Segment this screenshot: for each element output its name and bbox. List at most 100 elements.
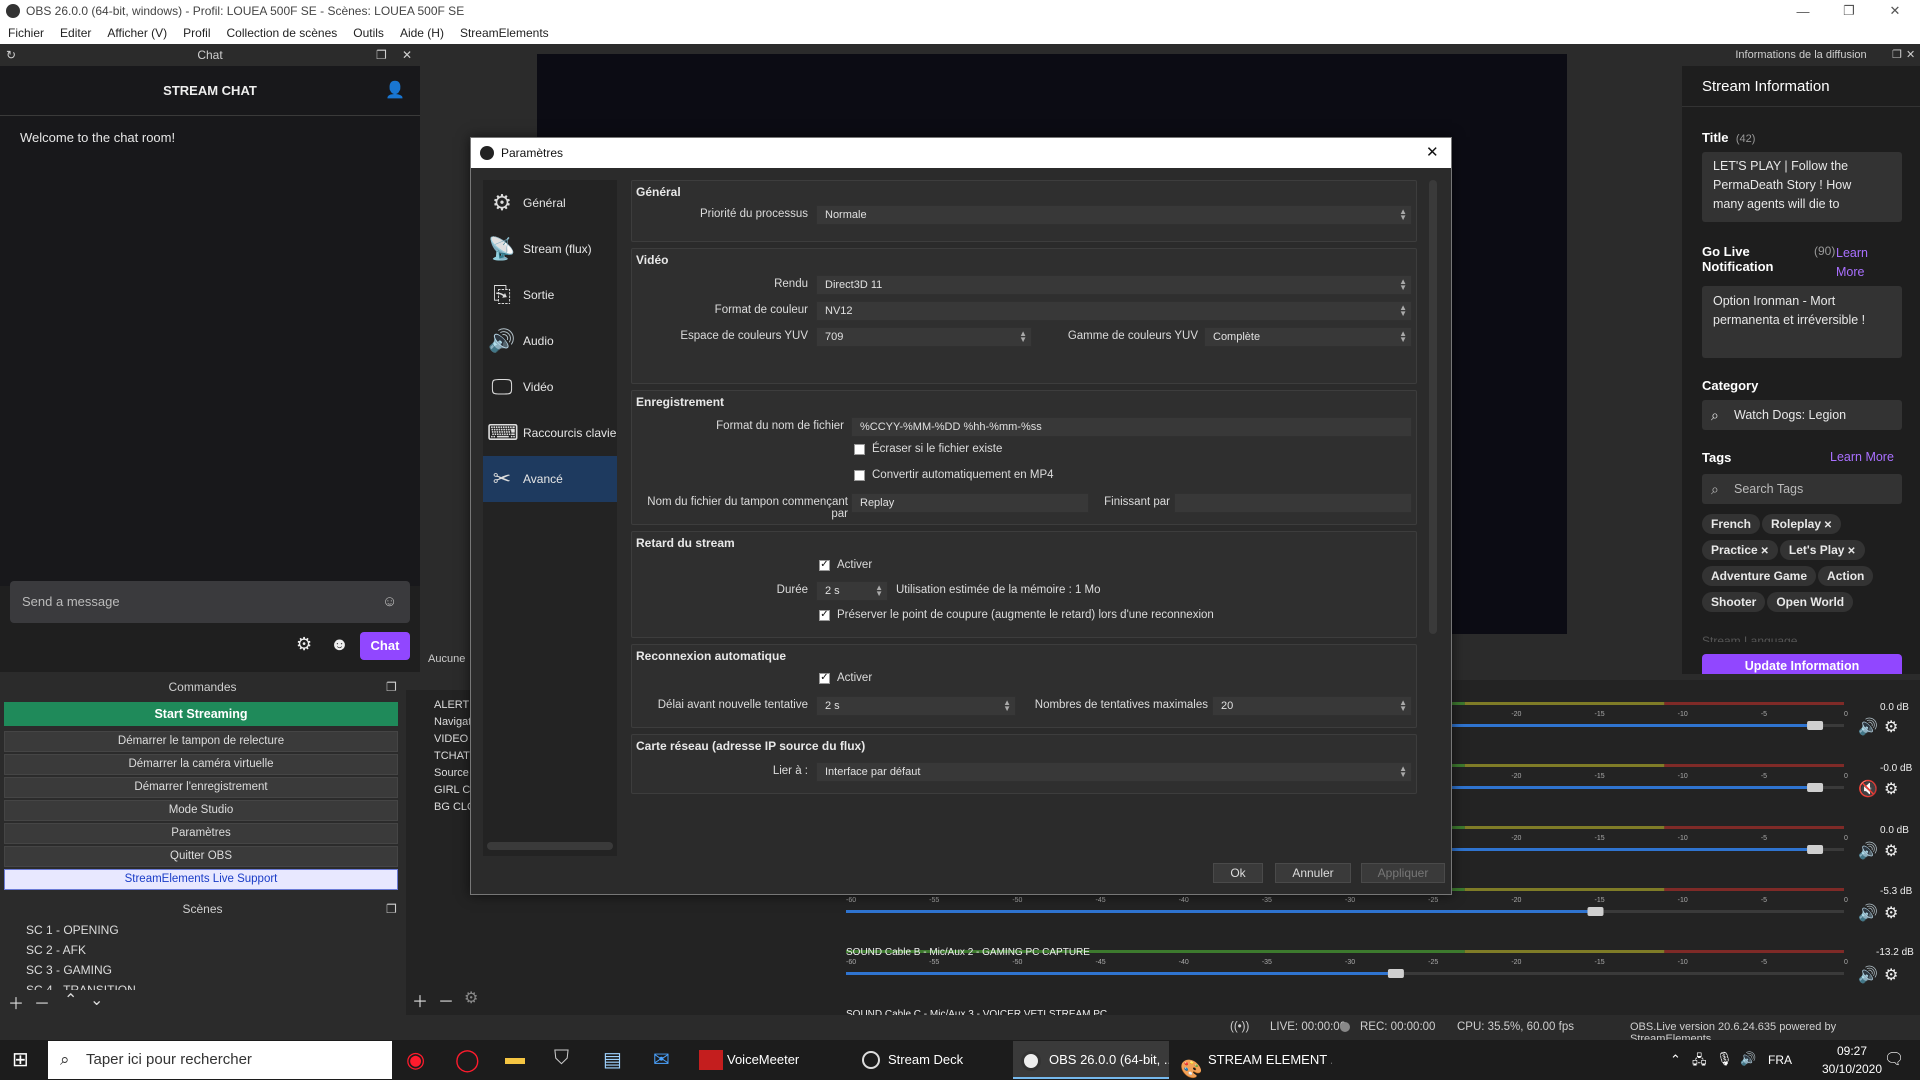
close-dialog-icon[interactable]: ✕ [1426, 138, 1439, 168]
nav-advanced[interactable]: ✂ Avancé [483, 456, 617, 502]
chat-settings-icon[interactable]: ⚙ [296, 634, 312, 655]
users-icon[interactable]: 👤 [385, 66, 405, 116]
gear-icon[interactable]: ⚙ [1884, 967, 1898, 984]
taskbar-app-streamelements[interactable]: 🎨 STREAM ELEMENT ... [1172, 1041, 1332, 1079]
nav-output[interactable]: ⎘ Sortie [483, 272, 617, 318]
menu-afficher[interactable]: Afficher (V) [99, 26, 175, 40]
category-input[interactable]: ⌕ Watch Dogs: Legion [1702, 400, 1902, 430]
tag-chip[interactable]: Practice ✕ [1702, 540, 1778, 560]
golive-learn-more-link[interactable]: Learn More [1836, 244, 1886, 282]
volume-icon[interactable]: 🔊 [1740, 1051, 1756, 1067]
add-source-icon[interactable]: ＋ [412, 988, 428, 1012]
title-textarea[interactable]: LET'S PLAY | Follow the PermaDeath Story… [1702, 152, 1902, 222]
yuv-range-select[interactable]: Complète ▲ ▼ [1204, 327, 1412, 347]
taskbar-app-voicemeeter[interactable]: VoiceMeeter [695, 1041, 853, 1079]
volume-slider-knob[interactable] [1807, 783, 1824, 792]
language-indicator[interactable]: FRA [1768, 1053, 1792, 1067]
nav-audio[interactable]: 🔊 Audio [483, 318, 617, 364]
nav-general[interactable]: ⚙ Général [483, 180, 617, 226]
priority-select[interactable]: Normale ▲ ▼ [816, 205, 1412, 225]
file-explorer-icon[interactable]: ▬ [505, 1047, 525, 1070]
bind-ip-select[interactable]: Interface par défaut ▲ ▼ [816, 762, 1412, 782]
menu-fichier[interactable]: Fichier [0, 26, 52, 40]
cancel-button[interactable]: Annuler [1275, 863, 1351, 883]
volume-slider-knob[interactable] [1387, 969, 1404, 978]
filename-format-input[interactable]: %CCYY-%MM-%DD %hh-%mm-%ss [851, 417, 1412, 437]
close-dock-icon[interactable]: ✕ [1906, 44, 1915, 66]
start-streaming-button[interactable]: Start Streaming [4, 702, 398, 726]
speaker-icon[interactable]: 🔊 [1858, 841, 1878, 860]
replay-suffix-input[interactable] [1174, 493, 1412, 513]
nav-stream[interactable]: 📡 Stream (flux) [483, 226, 617, 272]
remove-tag-icon[interactable]: ✕ [1758, 546, 1768, 557]
remove-tag-icon[interactable]: ✕ [1844, 546, 1855, 557]
mail-icon[interactable]: ✉ [653, 1047, 670, 1072]
scene-item[interactable]: SC 2 - AFK [0, 940, 405, 960]
close-dock-icon[interactable]: ✕ [402, 44, 412, 66]
volume-slider-knob[interactable] [1807, 845, 1824, 854]
menu-editer[interactable]: Editer [52, 26, 99, 40]
settings-scrollbar[interactable] [1429, 180, 1437, 634]
reconnect-enable-checkbox[interactable]: ✓ Activer [819, 672, 872, 684]
vpn-shield-icon[interactable]: ⛉ [554, 1047, 569, 1070]
speaker-icon[interactable]: 🔊 [1858, 717, 1878, 736]
float-dock-icon[interactable]: ❐ [1892, 44, 1902, 66]
tag-chip[interactable]: Open World [1767, 592, 1854, 612]
tag-chip[interactable]: Shooter [1702, 592, 1766, 612]
nav-scrollbar[interactable] [487, 842, 613, 850]
gear-icon[interactable]: ⚙ [1884, 843, 1898, 860]
menu-profil[interactable]: Profil [175, 26, 218, 40]
speaker-icon[interactable]: 🔊 [1858, 903, 1878, 922]
scene-item[interactable]: SC 1 - OPENING [0, 920, 405, 940]
ok-button[interactable]: Ok [1213, 863, 1263, 883]
close-window-button[interactable]: ✕ [1872, 0, 1918, 22]
move-down-icon[interactable]: ⌄ [90, 990, 103, 1010]
tags-learn-more-link[interactable]: Learn More [1830, 450, 1894, 464]
chat-message-input[interactable]: Send a message ☺ [10, 581, 410, 623]
streamelements-support-button[interactable]: StreamElements Live Support [4, 869, 398, 890]
max-retries-spinbox[interactable]: 20 ▲ ▼ [1212, 696, 1412, 716]
float-dock-icon[interactable]: ❐ [386, 675, 397, 699]
taskbar-app-obs[interactable]: OBS 26.0.0 (64-bit, ... [1013, 1041, 1169, 1079]
network-icon[interactable]: 🖧 [1692, 1051, 1707, 1073]
menu-collection-scenes[interactable]: Collection de scènes [219, 26, 346, 40]
remux-checkbox[interactable]: Convertir automatiquement en MP4 [854, 469, 1054, 481]
volume-slider-knob[interactable] [1807, 721, 1824, 730]
nav-video[interactable]: 🖵 Vidéo [483, 364, 617, 410]
menu-outils[interactable]: Outils [345, 26, 392, 40]
remove-tag-icon[interactable]: ✕ [1821, 520, 1832, 531]
update-information-button[interactable]: Update Information [1702, 654, 1902, 674]
windows-start-icon[interactable]: ⊞ [12, 1047, 29, 1072]
overwrite-checkbox[interactable]: Écraser si le fichier existe [854, 443, 1002, 455]
tag-chip[interactable]: Let's Play ✕ [1779, 540, 1865, 560]
clock-time[interactable]: 09:27 [1822, 1044, 1882, 1058]
yuv-space-select[interactable]: 709 ▲ ▼ [816, 327, 1032, 347]
tag-chip[interactable]: Adventure Game [1702, 566, 1817, 586]
tags-search-input[interactable]: ⌕ Search Tags [1702, 474, 1902, 504]
bits-icon[interactable]: ☻ [330, 634, 349, 655]
opera-icon[interactable]: ◯ [455, 1047, 480, 1073]
replay-buffer-button[interactable]: Démarrer le tampon de relecture [4, 731, 398, 752]
delay-enable-checkbox[interactable]: ✓ Activer [819, 559, 872, 571]
delay-duration-spinbox[interactable]: 2 s ▲ ▼ [816, 581, 888, 601]
move-up-icon[interactable]: ⌃ [64, 990, 77, 1010]
menu-aide[interactable]: Aide (H) [392, 26, 452, 40]
opera-gx-icon[interactable]: ◉ [406, 1047, 425, 1073]
virtual-camera-button[interactable]: Démarrer la caméra virtuelle [4, 754, 398, 775]
apply-button[interactable]: Appliquer [1361, 863, 1445, 883]
refresh-icon[interactable]: ↻ [6, 44, 16, 66]
taskbar-search[interactable]: ⌕ Taper ici pour rechercher [48, 1041, 392, 1079]
gear-icon[interactable]: ⚙ [1884, 719, 1898, 736]
notifications-icon[interactable]: 🗨 [1884, 1049, 1904, 1069]
clock-date[interactable]: 30/10/2020 [1810, 1062, 1894, 1076]
notepad-icon[interactable]: ▤ [603, 1047, 622, 1072]
speaker-icon[interactable]: 🔊 [1858, 965, 1878, 984]
studio-mode-button[interactable]: Mode Studio [4, 800, 398, 821]
microphone-icon[interactable]: 🎙 [1716, 1051, 1733, 1067]
volume-slider-knob[interactable] [1587, 907, 1604, 916]
gear-icon[interactable]: ⚙ [1884, 781, 1898, 798]
menu-streamelements[interactable]: StreamElements [452, 26, 557, 40]
tray-chevron-icon[interactable]: ⌃ [1670, 1052, 1681, 1068]
muted-speaker-icon[interactable]: 🔇 [1858, 779, 1878, 798]
tag-chip[interactable]: Action [1818, 566, 1874, 586]
